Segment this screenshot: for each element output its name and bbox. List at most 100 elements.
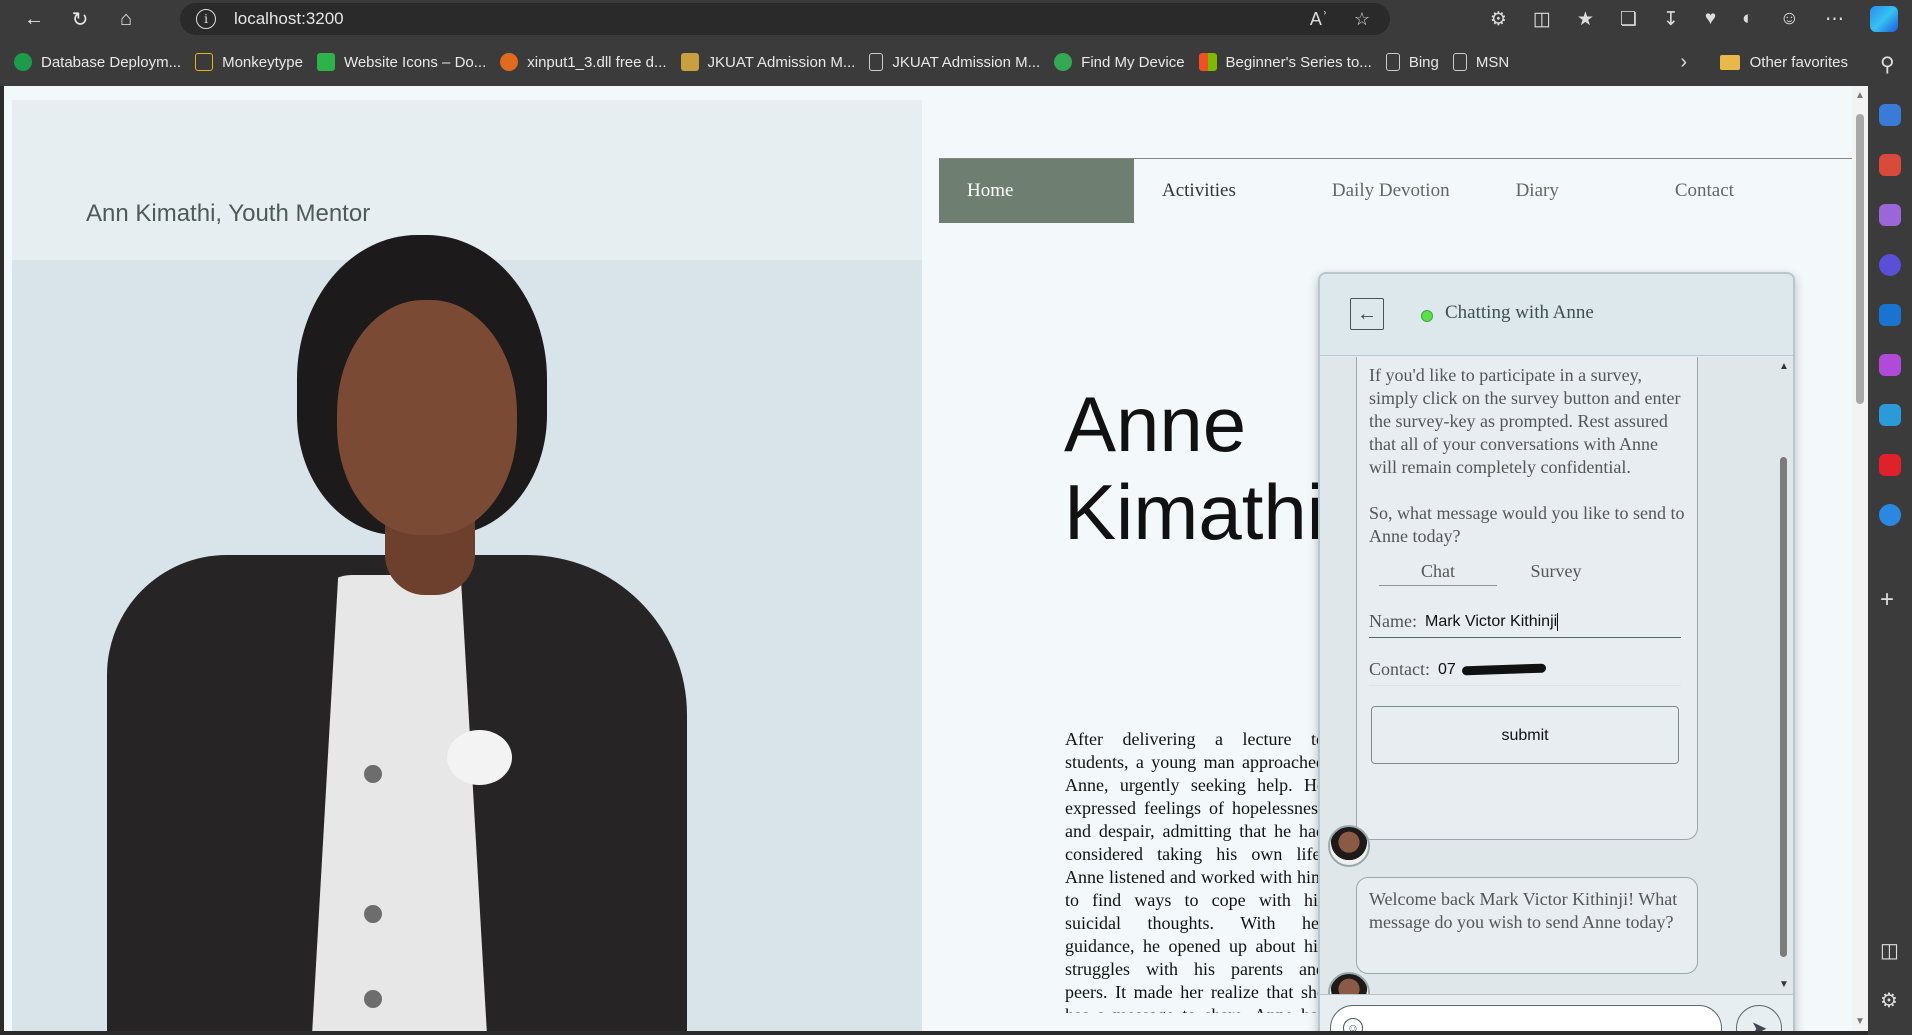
redaction-mark: [1461, 663, 1546, 676]
tools-icon[interactable]: [1879, 154, 1901, 176]
settings-gear-icon[interactable]: ⚙: [1880, 988, 1898, 1013]
chat-scrollbar[interactable]: ▲ ▼: [1777, 357, 1791, 994]
downloads-icon[interactable]: ↧: [1663, 8, 1679, 31]
back-arrow-icon[interactable]: ←: [14, 3, 54, 35]
name-input[interactable]: Mark Victor Kithinji: [1425, 610, 1557, 633]
bookmark-item[interactable]: MSN: [1452, 53, 1509, 71]
other-favorites[interactable]: Other favorites: [1719, 54, 1848, 71]
designer-icon[interactable]: [1879, 354, 1901, 376]
page-viewport: Ann Kimathi, Youth Mentor Home Activitie…: [4, 86, 1868, 1031]
page-icon: [1385, 53, 1400, 71]
emoji-icon[interactable]: ☺: [1343, 1018, 1363, 1031]
nav-diary[interactable]: Diary: [1488, 159, 1587, 223]
send-icon: ➤: [1750, 1017, 1768, 1032]
favorite-star-icon[interactable]: ☆: [1354, 9, 1370, 30]
scroll-up-icon[interactable]: ▲: [1779, 361, 1789, 372]
search-icon[interactable]: ⚲: [1880, 52, 1895, 77]
copilot-icon[interactable]: [1870, 6, 1898, 32]
chat-mode-tabs: Chat Survey: [1379, 556, 1629, 586]
bookmark-favicon-icon: [500, 53, 519, 71]
bookmark-item[interactable]: Monkeytype: [195, 53, 303, 71]
send-button[interactable]: ➤: [1736, 1005, 1782, 1031]
address-bar[interactable]: i localhost:3200 Aʾ ☆: [180, 3, 1390, 35]
anne-avatar: [1328, 972, 1370, 994]
hero-name: Anne Kimathi: [1064, 380, 1324, 556]
intro-message: If you'd like to participate in a survey…: [1356, 357, 1698, 840]
bio-text: After delivering a lecture to students, …: [1065, 729, 1325, 1013]
tab-survey[interactable]: Survey: [1497, 556, 1615, 586]
scroll-up-icon[interactable]: ▲: [1855, 90, 1865, 101]
site-nav: Home Activities Daily Devotion Diary Con…: [939, 158, 1867, 223]
read-aloud-icon[interactable]: Aʾ: [1310, 9, 1328, 30]
windows-logo-icon: [1198, 53, 1217, 71]
tab-chat[interactable]: Chat: [1379, 556, 1497, 586]
site-title: Ann Kimathi, Youth Mentor: [86, 200, 371, 227]
folder-icon: [1719, 54, 1740, 70]
bookmark-item[interactable]: Database Deploym...: [14, 53, 181, 71]
page-icon: [869, 53, 884, 71]
bookmark-item[interactable]: JKUAT Admission M...: [869, 53, 1040, 71]
name-field[interactable]: Name: Mark Victor Kithinji: [1369, 606, 1681, 638]
home-icon[interactable]: ⌂: [106, 3, 146, 35]
app-icon[interactable]: [1879, 504, 1901, 526]
submit-button[interactable]: submit: [1371, 706, 1679, 764]
performance-icon[interactable]: ◐: [1742, 8, 1753, 30]
bookmark-favicon-icon: [1054, 53, 1073, 71]
sidebar-toggle-icon[interactable]: ◫: [1880, 938, 1899, 963]
scroll-down-icon[interactable]: ▼: [1779, 979, 1789, 990]
shopping-icon[interactable]: [1879, 104, 1901, 126]
split-screen-icon[interactable]: ◫: [1533, 8, 1551, 31]
extensions-icon[interactable]: ⚙: [1490, 8, 1507, 31]
contact-input[interactable]: 07: [1438, 658, 1456, 681]
anne-avatar: [1328, 825, 1370, 867]
bookmark-item[interactable]: Beginner's Series to...: [1198, 53, 1372, 71]
browser-essentials-icon[interactable]: ♥: [1705, 8, 1716, 30]
nav-home[interactable]: Home: [939, 159, 1134, 223]
chat-composer: ☺ ➤: [1320, 994, 1793, 1031]
favorites-icon[interactable]: ★: [1577, 8, 1594, 31]
bookmark-favicon-icon: [14, 53, 32, 71]
youtube-icon[interactable]: [1879, 454, 1901, 476]
online-status-icon: [1421, 310, 1433, 322]
contact-label: Contact:: [1369, 659, 1430, 679]
collections-icon[interactable]: ❏: [1620, 8, 1637, 31]
mentor-portrait: [102, 225, 702, 1031]
copilot-app-icon[interactable]: [1879, 254, 1901, 276]
message-input[interactable]: ☺: [1330, 1005, 1722, 1031]
page-scrollbar[interactable]: ▲ ▼: [1852, 86, 1868, 1031]
arrow-left-icon: ←: [1357, 302, 1377, 325]
hero-image-panel: Ann Kimathi, Youth Mentor: [12, 100, 922, 1031]
browser-sidebar: ⚲ + ◫ ⚙: [1868, 38, 1912, 1035]
nav-contact[interactable]: Contact: [1647, 159, 1762, 223]
bookmark-item[interactable]: Website Icons – Do...: [316, 53, 486, 71]
bookmark-item[interactable]: JKUAT Admission M...: [680, 53, 855, 71]
text-cursor: [1557, 612, 1559, 631]
more-options-icon[interactable]: ⋯: [1825, 8, 1844, 31]
games-icon[interactable]: [1879, 204, 1901, 226]
browser-toolbar: ← ↻ ⌂ i localhost:3200 Aʾ ☆ ⚙ ◫ ★ ❏ ↧ ♥ …: [0, 0, 1912, 38]
bookmark-item[interactable]: xinput1_3.dll free d...: [500, 53, 667, 71]
nav-daily-devotion[interactable]: Daily Devotion: [1304, 159, 1478, 223]
page-icon: [1452, 53, 1467, 71]
contact-field[interactable]: Contact: 07: [1369, 654, 1681, 686]
bookmark-favicon-icon: [680, 53, 699, 71]
outlook-icon[interactable]: [1879, 304, 1901, 326]
telegram-icon[interactable]: [1879, 404, 1901, 426]
chat-title: Chatting with Anne: [1445, 302, 1594, 323]
chat-back-button[interactable]: ←: [1350, 298, 1384, 330]
profile-icon[interactable]: ☺: [1780, 8, 1799, 30]
site-info-icon[interactable]: i: [196, 9, 216, 29]
add-icon[interactable]: +: [1880, 586, 1894, 614]
chat-widget: ← Chatting with Anne If you'd like to pa…: [1318, 272, 1795, 1031]
bookmark-item[interactable]: Find My Device: [1054, 53, 1185, 71]
chevron-right-icon[interactable]: ›: [1680, 51, 1687, 74]
refresh-icon[interactable]: ↻: [60, 3, 100, 35]
chat-messages: If you'd like to participate in a survey…: [1320, 357, 1793, 994]
scroll-down-icon[interactable]: ▼: [1855, 1016, 1865, 1027]
url-text: localhost:3200: [234, 9, 344, 28]
chat-header: ← Chatting with Anne: [1320, 274, 1793, 356]
bookmark-favicon-icon: [195, 53, 214, 71]
bookmark-favicon-icon: [316, 53, 335, 71]
nav-activities[interactable]: Activities: [1134, 159, 1264, 223]
bookmark-item[interactable]: Bing: [1385, 53, 1439, 71]
